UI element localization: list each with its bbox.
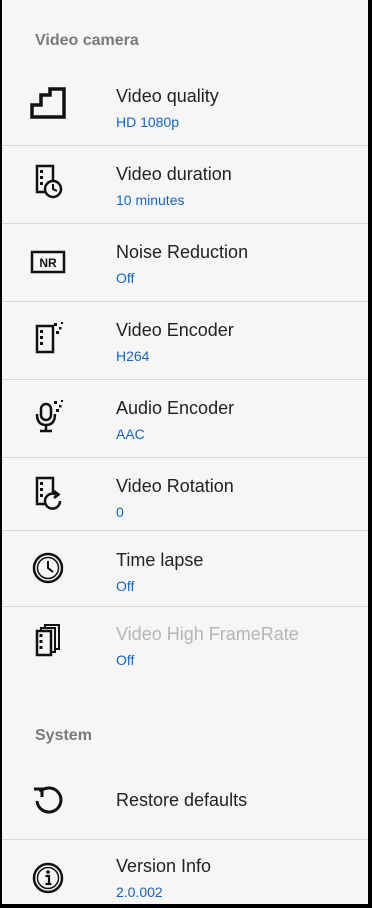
setting-title: Restore defaults — [116, 790, 248, 810]
setting-summary: Off — [116, 578, 135, 594]
setting-title: Time lapse — [116, 550, 204, 570]
setting-title: Video duration — [116, 164, 232, 184]
nr-badge-icon: NR — [22, 242, 74, 282]
setting-title: Video Rotation — [116, 476, 234, 496]
info-icon — [22, 858, 74, 898]
setting-title: Video Encoder — [116, 320, 234, 340]
setting-title: Video High FrameRate — [116, 624, 299, 644]
setting-summary: H264 — [116, 348, 150, 364]
setting-video-rotation[interactable]: Video Rotation 0 — [2, 458, 368, 535]
setting-title: Version Info — [116, 856, 212, 876]
setting-title: Audio Encoder — [116, 398, 235, 418]
setting-summary: 10 minutes — [116, 192, 185, 208]
svg-text:NR: NR — [39, 256, 57, 270]
section-header-system: System — [35, 727, 92, 744]
film-stack-icon — [22, 621, 74, 661]
film-dots-icon — [22, 318, 74, 358]
setting-title: Noise Reduction — [116, 242, 249, 262]
setting-version-info[interactable]: Version Info 2.0.002 — [2, 840, 368, 904]
setting-video-encoder[interactable]: Video Encoder H264 — [2, 302, 368, 379]
setting-title: Video quality — [116, 86, 219, 106]
setting-summary: HD 1080p — [116, 114, 180, 130]
stairs-quality-icon — [22, 84, 74, 124]
setting-video-high-framerate[interactable]: Video High FrameRate Off — [2, 607, 368, 684]
setting-video-duration[interactable]: Video duration 10 minutes — [2, 146, 368, 223]
clock-icon — [22, 548, 74, 588]
setting-noise-reduction[interactable]: NR Noise Reduction Off — [2, 224, 368, 301]
setting-summary: 0 — [116, 504, 124, 520]
setting-summary: 2.0.002 — [116, 884, 163, 900]
setting-audio-encoder[interactable]: Audio Encoder AAC — [2, 380, 368, 457]
section-header-video-camera: Video camera — [35, 32, 139, 49]
setting-summary: AAC — [116, 426, 145, 442]
setting-summary: Off — [116, 270, 135, 286]
settings-screen: Video camera Video quality HD 1080p Vide… — [2, 0, 368, 904]
setting-time-lapse[interactable]: Time lapse Off — [2, 531, 368, 608]
mic-dots-icon — [22, 396, 74, 436]
film-rotate-icon — [22, 474, 74, 514]
setting-restore-defaults[interactable]: Restore defaults — [2, 763, 368, 840]
restore-icon — [22, 781, 74, 821]
setting-summary: Off — [116, 652, 135, 668]
setting-video-quality[interactable]: Video quality HD 1080p — [2, 68, 368, 145]
film-timer-icon — [22, 162, 74, 202]
